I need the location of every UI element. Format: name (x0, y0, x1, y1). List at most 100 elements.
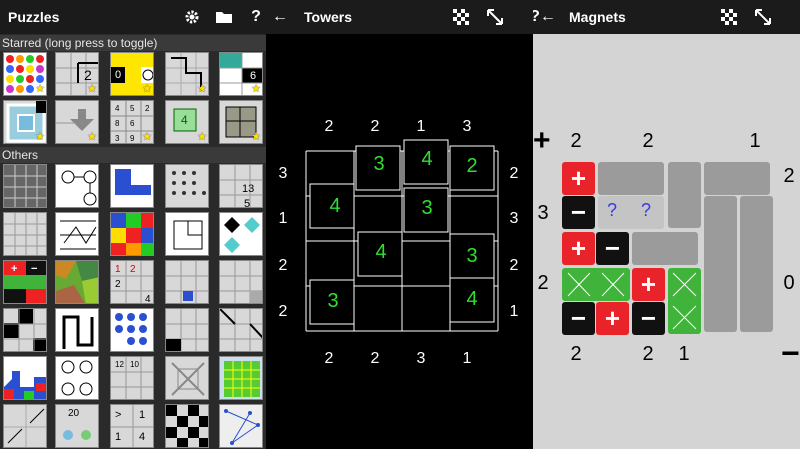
star-icon: ★ (197, 131, 207, 143)
left-clue: 1 (278, 210, 288, 227)
puzzle-thumb-slant[interactable] (219, 308, 263, 352)
magnet-plus-cell[interactable]: + (562, 232, 595, 265)
star-icon: ★ (87, 83, 97, 95)
puzzle-thumb-pearl[interactable] (55, 308, 99, 352)
magnets-panel: ?← Magnets + − 2 2 1 2 0 3 2 2 2 1 + − ?… (533, 0, 800, 449)
thumb-number: 20 (68, 408, 80, 419)
magnet-minus-cell[interactable]: − (632, 302, 665, 335)
gear-icon[interactable] (178, 0, 206, 34)
puzzle-thumb-unequal[interactable]: 6 ★ (219, 52, 263, 96)
puzzle-thumb-netslide[interactable] (165, 356, 209, 400)
puzzle-thumb-blackbox[interactable] (3, 164, 47, 208)
help-back-button[interactable]: ?← (533, 0, 565, 34)
top-clue: 3 (462, 118, 472, 135)
puzzle-thumb-tents[interactable] (165, 308, 209, 352)
puzzle-thumb-net[interactable]: ★ (219, 100, 263, 144)
puzzle-thumb-sameGame[interactable]: ★ (3, 52, 47, 96)
bottom-clue: 2 (324, 350, 334, 367)
puzzle-thumb-magnets[interactable]: + − (3, 260, 47, 304)
magnet-plus-cell[interactable]: + (596, 302, 629, 335)
puzzle-thumb-loopy[interactable] (55, 212, 99, 256)
magnet-neutral-domino[interactable] (562, 268, 630, 301)
magnets-appbar: ?← Magnets (533, 0, 800, 34)
puzzle-thumb-filling[interactable]: 4 ★ (165, 100, 209, 144)
thumb-number: 6 (130, 119, 135, 128)
puzzle-thumb-mines[interactable]: 0 ★ (110, 52, 154, 96)
puzzle-thumb-mosaic[interactable] (110, 308, 154, 352)
puzzle-thumb-range[interactable] (219, 260, 263, 304)
tower-height[interactable]: 4 (412, 148, 442, 171)
magnet-empty-domino[interactable] (668, 162, 701, 228)
checker-icon[interactable] (715, 0, 743, 34)
fullscreen-icon[interactable] (481, 0, 509, 34)
puzzle-thumb-keen2[interactable] (3, 212, 47, 256)
puzzles-panel: Puzzles ? Starred (long press to toggle)… (0, 0, 266, 449)
magnet-empty-domino[interactable] (598, 162, 664, 195)
magnet-empty-domino[interactable] (632, 232, 698, 265)
magnet-plus-cell[interactable]: + (562, 162, 595, 195)
puzzle-thumb-map[interactable] (55, 260, 99, 304)
thumb-symbol: > (115, 409, 122, 421)
tower-height[interactable]: 4 (320, 195, 350, 218)
puzzle-thumb-flip[interactable] (110, 212, 154, 256)
folder-icon[interactable] (210, 0, 238, 34)
magnet-empty-domino[interactable] (704, 162, 770, 195)
puzzle-thumb-fifteen[interactable]: ★ (55, 100, 99, 144)
puzzle-thumb-lightup[interactable] (3, 308, 47, 352)
tower-height[interactable]: 3 (457, 245, 487, 268)
puzzle-thumb-signpost[interactable] (219, 212, 263, 256)
thumb-number: 1 (115, 431, 122, 443)
tower-height[interactable]: 3 (412, 197, 442, 220)
magnet-minus-cell[interactable]: − (596, 232, 629, 265)
star-icon: ★ (197, 83, 207, 95)
puzzles-title: Puzzles (8, 9, 60, 25)
puzzle-thumb-keen[interactable]: 2 ★ (55, 52, 99, 96)
puzzle-thumb-bridges[interactable] (55, 164, 99, 208)
puzzle-thumb-samegame2[interactable] (3, 356, 47, 400)
puzzle-thumb-tracks[interactable] (55, 356, 99, 400)
magnet-minus-cell[interactable]: − (562, 196, 595, 229)
puzzle-thumb-inertia[interactable]: ★ (3, 100, 47, 144)
puzzle-thumb-unequal2[interactable]: > 1 1 4 (110, 404, 154, 448)
puzzle-thumb-cube[interactable] (165, 212, 209, 256)
thumb-number: 9 (130, 134, 135, 143)
fullscreen-icon[interactable] (749, 0, 777, 34)
back-arrow-icon[interactable]: ← (266, 0, 294, 34)
puzzle-thumb-twiddle[interactable]: 20 (55, 404, 99, 448)
thumb-number: 13 (242, 183, 255, 195)
tower-height[interactable]: 4 (366, 241, 396, 264)
magnet-neutral-domino[interactable] (668, 268, 701, 334)
puzzle-thumb-towers-small[interactable]: 1 2 2 4 (110, 260, 154, 304)
magnet-empty-domino[interactable] (740, 196, 773, 332)
top-clue: 2 (570, 130, 582, 152)
puzzles-appbar: Puzzles ? (0, 0, 266, 34)
magnet-unknown-domino[interactable]: ? ? (598, 196, 664, 229)
puzzle-thumb-pattern[interactable] (3, 404, 47, 448)
puzzle-thumb-rect[interactable]: ★ (165, 52, 209, 96)
puzzle-thumb-pegs[interactable] (110, 164, 154, 208)
puzzle-thumb-sixteen[interactable]: 12 10 (110, 356, 154, 400)
puzzle-thumb-galaxies[interactable] (219, 356, 263, 400)
thumb-number: 3 (115, 134, 120, 143)
puzzle-thumb-guess[interactable]: 13 5 (219, 164, 263, 208)
puzzle-thumb-untangle[interactable] (165, 260, 209, 304)
checker-icon[interactable] (447, 0, 475, 34)
puzzle-thumb-solo[interactable]: 4 5 2 8 6 3 9 ★ (110, 100, 154, 144)
right-clue: 2 (783, 165, 795, 187)
puzzle-thumb-checker[interactable] (165, 404, 209, 448)
tower-height[interactable]: 4 (457, 288, 487, 311)
magnet-minus-cell[interactable]: − (562, 302, 595, 335)
tower-height[interactable]: 2 (457, 155, 487, 178)
tower-height[interactable]: 3 (318, 290, 348, 313)
thumb-number: 4 (145, 294, 151, 304)
magnet-plus-cell[interactable]: + (632, 268, 665, 301)
thumb-number: 2 (115, 279, 121, 290)
puzzle-thumb-dominosa[interactable] (165, 164, 209, 208)
puzzle-thumb-untangle2[interactable] (219, 404, 263, 448)
top-clue: 2 (324, 118, 334, 135)
top-clue: 2 (370, 118, 380, 135)
tower-height[interactable]: 3 (364, 153, 394, 176)
magnet-empty-domino[interactable] (704, 196, 737, 332)
top-clue: 2 (642, 130, 654, 152)
help-button[interactable]: ? (242, 0, 266, 34)
